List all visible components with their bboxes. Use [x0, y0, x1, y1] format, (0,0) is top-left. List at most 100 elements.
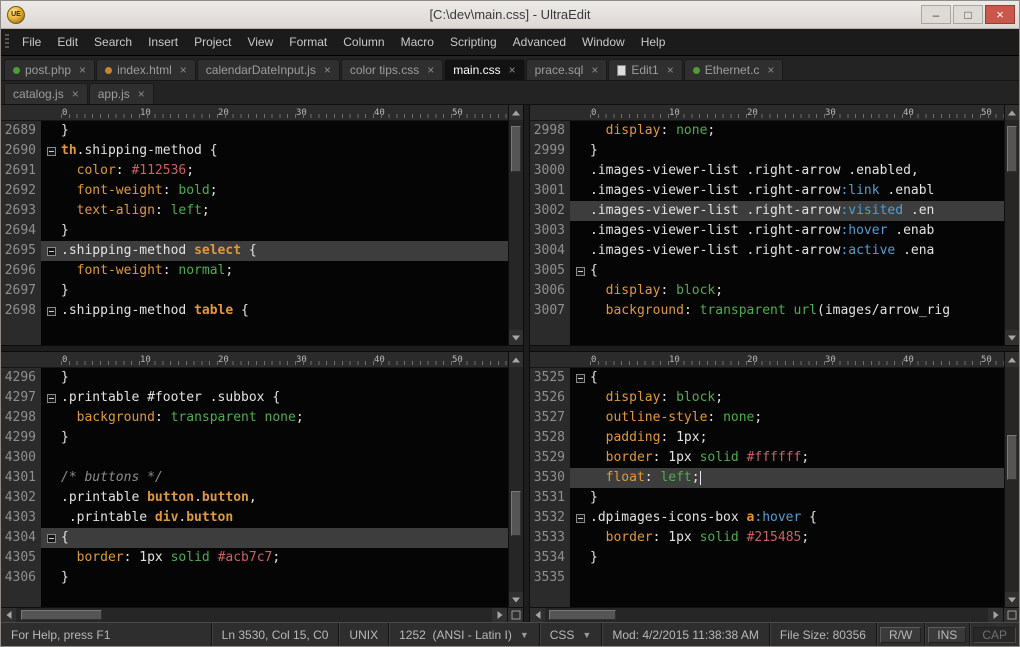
code-text[interactable]: display: block;: [590, 281, 1004, 301]
code-text[interactable]: .dpimages-icons-box a:hover {: [590, 508, 1004, 528]
fold-marker-icon[interactable]: [47, 307, 56, 316]
read-write-toggle[interactable]: R/W: [876, 623, 924, 646]
code-line-2693[interactable]: 2693 text-align: left;: [1, 201, 508, 221]
tab-catalog.js[interactable]: catalog.js×: [4, 83, 88, 104]
code-line-3527[interactable]: 3527 outline-style: none;: [530, 408, 1004, 428]
code-text[interactable]: text-align: left;: [61, 201, 508, 221]
code-line-3006[interactable]: 3006 display: block;: [530, 281, 1004, 301]
fold-marker-icon[interactable]: [576, 267, 585, 276]
line-number[interactable]: 3525: [530, 368, 570, 388]
code-line-3525[interactable]: 3525 {: [530, 368, 1004, 388]
horizontal-splitter[interactable]: [530, 345, 1019, 352]
code-area[interactable]: 01020304050 2998 display: none;2999}3000…: [530, 105, 1004, 345]
line-number[interactable]: 3000: [530, 161, 570, 181]
code-line-3526[interactable]: 3526 display: block;: [530, 388, 1004, 408]
line-number[interactable]: 4298: [1, 408, 41, 428]
line-number[interactable]: 2693: [1, 201, 41, 221]
code-line-3533[interactable]: 3533 border: 1px solid #215485;: [530, 528, 1004, 548]
menu-insert[interactable]: Insert: [140, 31, 186, 53]
tab-close-icon[interactable]: ×: [591, 64, 598, 76]
tab-close-icon[interactable]: ×: [667, 64, 674, 76]
vertical-scrollbar[interactable]: [1004, 105, 1019, 345]
code-text[interactable]: border: 1px solid #ffffff;: [590, 448, 1004, 468]
code-text[interactable]: }: [590, 141, 1004, 161]
code-text[interactable]: }: [61, 221, 508, 241]
code-text[interactable]: {: [590, 261, 1004, 281]
line-number[interactable]: 3531: [530, 488, 570, 508]
code-line-2690[interactable]: 2690th.shipping-method {: [1, 141, 508, 161]
code-text[interactable]: {: [61, 528, 508, 548]
code-line-4298[interactable]: 4298 background: transparent none;: [1, 408, 508, 428]
syntax-selector[interactable]: CSS▼: [539, 623, 602, 646]
scroll-track[interactable]: [545, 608, 988, 622]
code-area[interactable]: 01020304050 2689}2690th.shipping-method …: [1, 105, 508, 345]
code-line-2697[interactable]: 2697}: [1, 281, 508, 301]
line-number[interactable]: 3526: [530, 388, 570, 408]
code-line-2698[interactable]: 2698 .shipping-method table {: [1, 301, 508, 321]
line-number[interactable]: 4300: [1, 448, 41, 468]
line-number[interactable]: 3529: [530, 448, 570, 468]
line-number[interactable]: 3534: [530, 548, 570, 568]
code-text[interactable]: }: [61, 368, 508, 388]
tab-close-icon[interactable]: ×: [767, 64, 774, 76]
line-number[interactable]: 3001: [530, 181, 570, 201]
tab-close-icon[interactable]: ×: [509, 64, 516, 76]
scroll-up-icon[interactable]: [1005, 105, 1019, 120]
line-number[interactable]: 4296: [1, 368, 41, 388]
tab-calendardateinput.js[interactable]: calendarDateInput.js×: [197, 59, 340, 80]
tab-close-icon[interactable]: ×: [79, 64, 86, 76]
fold-marker-icon[interactable]: [47, 394, 56, 403]
line-number[interactable]: 2690: [1, 141, 41, 161]
code-line-3529[interactable]: 3529 border: 1px solid #ffffff;: [530, 448, 1004, 468]
line-number[interactable]: 2698: [1, 301, 41, 321]
line-number[interactable]: 2689: [1, 121, 41, 141]
menu-column[interactable]: Column: [335, 31, 392, 53]
fold-marker-icon[interactable]: [47, 147, 56, 156]
line-number[interactable]: 2692: [1, 181, 41, 201]
code-line-3002[interactable]: 3002.images-viewer-list .right-arrow:vis…: [530, 201, 1004, 221]
menu-help[interactable]: Help: [633, 31, 674, 53]
line-number[interactable]: 2695: [1, 241, 41, 261]
line-number[interactable]: 3002: [530, 201, 570, 221]
tab-close-icon[interactable]: ×: [180, 64, 187, 76]
line-number[interactable]: 4301: [1, 468, 41, 488]
code-line-3528[interactable]: 3528 padding: 1px;: [530, 428, 1004, 448]
tab-main.css[interactable]: main.css×: [444, 59, 524, 80]
code-text[interactable]: }: [590, 548, 1004, 568]
tab-prace.sql[interactable]: prace.sql×: [526, 59, 608, 80]
line-number[interactable]: 3535: [530, 568, 570, 588]
tab-post.php[interactable]: post.php×: [4, 59, 95, 80]
code-text[interactable]: outline-style: none;: [590, 408, 1004, 428]
scroll-thumb[interactable]: [1007, 435, 1017, 480]
scroll-right-icon[interactable]: [492, 608, 507, 622]
code-line-2692[interactable]: 2692 font-weight: bold;: [1, 181, 508, 201]
dropdown-arrow-icon[interactable]: ▼: [582, 630, 591, 640]
code-text[interactable]: [590, 568, 1004, 588]
encoding-selector[interactable]: 1252 (ANSI - Latin I)▼: [388, 623, 539, 646]
line-number[interactable]: 4303: [1, 508, 41, 528]
scroll-down-icon[interactable]: [509, 592, 523, 607]
code-line-3001[interactable]: 3001 .images-viewer-list .right-arrow:lin…: [530, 181, 1004, 201]
tab-ethernet.c[interactable]: Ethernet.c×: [684, 59, 784, 80]
code-line-3004[interactable]: 3004.images-viewer-list .right-arrow:act…: [530, 241, 1004, 261]
fold-marker-icon[interactable]: [47, 247, 56, 256]
menu-grip-icon[interactable]: [5, 34, 9, 50]
code-text[interactable]: }: [590, 488, 1004, 508]
tab-app.js[interactable]: app.js×: [89, 83, 154, 104]
scroll-up-icon[interactable]: [1005, 352, 1019, 367]
fold-marker-icon[interactable]: [47, 534, 56, 543]
code-text[interactable]: float: left;: [590, 468, 1004, 488]
code-text[interactable]: display: block;: [590, 388, 1004, 408]
line-number[interactable]: 4306: [1, 568, 41, 588]
code-line-4296[interactable]: 4296}: [1, 368, 508, 388]
code-text[interactable]: background: transparent none;: [61, 408, 508, 428]
tab-close-icon[interactable]: ×: [138, 88, 145, 100]
code-text[interactable]: {: [590, 368, 1004, 388]
line-number[interactable]: 3530: [530, 468, 570, 488]
code-line-4306[interactable]: 4306}: [1, 568, 508, 588]
code-text[interactable]: .shipping-method table {: [61, 301, 508, 321]
menu-view[interactable]: View: [239, 31, 281, 53]
vertical-scrollbar[interactable]: [1004, 352, 1019, 607]
code-text[interactable]: .images-viewer-list .right-arrow:link .e…: [590, 181, 1004, 201]
scroll-down-icon[interactable]: [509, 330, 523, 345]
